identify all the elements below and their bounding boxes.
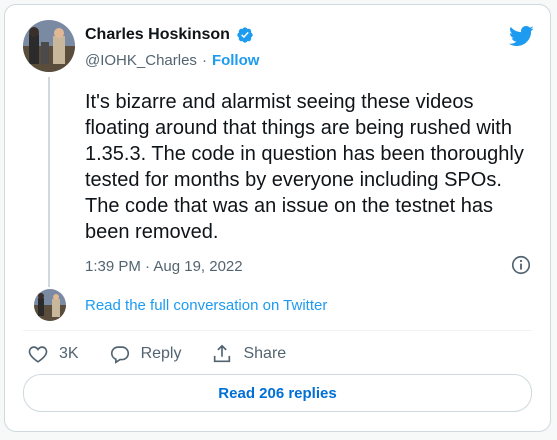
reply-icon [110,346,129,364]
share-label: Share [243,345,287,362]
author-handle-row: @IOHK_Charles · Follow [85,52,259,69]
heart-icon [28,346,48,363]
author-handle[interactable]: @IOHK_Charles [85,52,197,69]
author-name[interactable]: Charles Hoskinson [85,26,230,44]
like-count: 3K [59,345,79,362]
read-replies-button[interactable]: Read 206 replies [23,374,532,412]
author-avatar[interactable] [23,20,75,72]
tweet-timestamp[interactable]: 1:39 PM · Aug 19, 2022 [85,258,243,275]
reply-button[interactable]: Reply [109,343,182,365]
reply-label: Reply [140,345,182,362]
like-button[interactable]: 3K [27,343,79,365]
read-conversation-link[interactable]: Read the full conversation on Twitter [85,297,327,314]
author-name-row: Charles Hoskinson [85,26,254,44]
tweet-text: It's bizarre and alarmist seeing these v… [85,91,524,243]
thread-line [48,77,50,287]
verified-badge-icon [237,27,253,43]
tweet-actions: 3K Reply Share [27,343,316,365]
conversation-avatar[interactable] [34,289,66,321]
info-icon[interactable] [510,254,532,276]
share-icon [214,344,231,363]
divider [23,330,532,331]
share-button[interactable]: Share [211,343,286,365]
follow-link[interactable]: Follow [212,52,260,69]
tweet-card: Charles Hoskinson @IOHK_Charles · Follow… [4,4,551,432]
separator-dot: · [201,52,207,69]
twitter-bird-icon[interactable] [508,23,534,49]
